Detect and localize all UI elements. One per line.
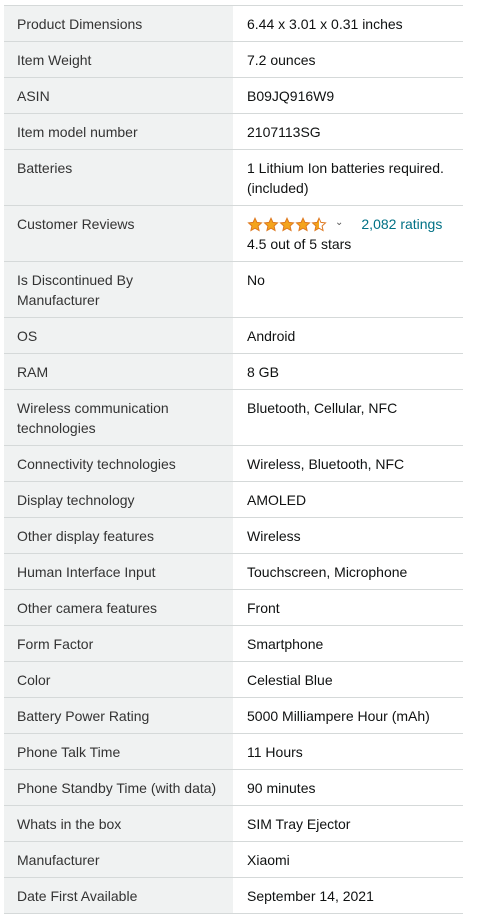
spec-value: Celestial Blue (247, 672, 333, 688)
spec-value: 5000 Milliampere Hour (mAh) (247, 708, 430, 724)
spec-label: Phone Talk Time (4, 733, 233, 770)
spec-value: 7.2 ounces (247, 52, 316, 68)
spec-label: Other camera features (4, 589, 233, 626)
star-icon (295, 216, 311, 231)
table-row: ASIN B09JQ916W9 (4, 77, 463, 114)
table-row: Phone Standby Time (with data) 90 minute… (4, 769, 463, 806)
table-row: Batteries 1 Lithium Ion batteries requir… (4, 149, 463, 206)
spec-value: 11 Hours (247, 744, 303, 760)
spec-value-reviews: ⌄ 2,082 ratings 4.5 out of 5 stars (233, 206, 463, 262)
spec-value: Touchscreen, Microphone (247, 564, 408, 580)
chevron-down-icon[interactable]: ⌄ (335, 213, 343, 233)
spec-value: AMOLED (247, 492, 307, 508)
table-row: Other camera features Front (4, 589, 463, 626)
spec-value: September 14, 2021 (247, 888, 374, 904)
star-icon (263, 216, 279, 231)
spec-value: 90 minutes (247, 780, 316, 796)
table-row: Item Weight 7.2 ounces (4, 41, 463, 78)
spec-label: Is Discontinued By Manufacturer (4, 261, 233, 318)
table-row: Customer Reviews ⌄ 2,082 ratings 4.5 out… (4, 205, 463, 262)
table-row: Color Celestial Blue (4, 661, 463, 698)
star-icon (279, 216, 295, 231)
spec-value: Wireless, Bluetooth, NFC (247, 456, 405, 472)
spec-label: Human Interface Input (4, 553, 233, 590)
table-row: Connectivity technologies Wireless, Blue… (4, 445, 463, 482)
spec-label: Whats in the box (4, 805, 233, 842)
spec-label: Item Weight (4, 41, 233, 78)
table-row: Human Interface Input Touchscreen, Micro… (4, 553, 463, 590)
ratings-count-link[interactable]: 2,082 ratings (361, 214, 442, 234)
table-row: Form Factor Smartphone (4, 625, 463, 662)
spec-label: Product Dimensions (4, 5, 233, 42)
spec-label: ASIN (4, 77, 233, 114)
spec-value: 1 Lithium Ion batteries required. (inclu… (247, 160, 444, 196)
table-row: Wireless communication technologies Blue… (4, 389, 463, 446)
rating-summary: ⌄ 2,082 ratings (247, 214, 449, 234)
spec-label: Form Factor (4, 625, 233, 662)
rating-text: 4.5 out of 5 stars (247, 236, 352, 252)
star-rating[interactable] (247, 216, 327, 232)
spec-label: Item model number (4, 113, 233, 150)
product-details-table: Product Dimensions 6.44 x 3.01 x 0.31 in… (4, 5, 463, 914)
table-row: Display technology AMOLED (4, 481, 463, 518)
spec-value: Smartphone (247, 636, 324, 652)
spec-value: B09JQ916W9 (247, 88, 335, 104)
spec-value: Xiaomi (247, 852, 290, 868)
spec-label: Manufacturer (4, 841, 233, 878)
spec-value: 6.44 x 3.01 x 0.31 inches (247, 16, 403, 32)
spec-label: RAM (4, 353, 233, 390)
table-row: Is Discontinued By Manufacturer No (4, 261, 463, 318)
spec-value: No (247, 272, 265, 288)
table-row: Item model number 2107113SG (4, 113, 463, 150)
table-row: Battery Power Rating 5000 Milliampere Ho… (4, 697, 463, 734)
table-row: OS Android (4, 317, 463, 354)
spec-value: Bluetooth, Cellular, NFC (247, 400, 398, 416)
table-row: Phone Talk Time 11 Hours (4, 733, 463, 770)
spec-label: Phone Standby Time (with data) (4, 769, 233, 806)
table-row: Date First Available September 14, 2021 (4, 877, 463, 914)
star-icon (311, 216, 327, 231)
spec-label: Color (4, 661, 233, 698)
spec-label: Date First Available (4, 877, 233, 914)
spec-value: SIM Tray Ejector (247, 816, 351, 832)
spec-label: Batteries (4, 149, 233, 206)
table-row: Other display features Wireless (4, 517, 463, 554)
table-row: Manufacturer Xiaomi (4, 841, 463, 878)
spec-label: OS (4, 317, 233, 354)
star-icon (247, 216, 263, 231)
spec-value: Wireless (247, 528, 301, 544)
spec-label: Battery Power Rating (4, 697, 233, 734)
table-row: Whats in the box SIM Tray Ejector (4, 805, 463, 842)
spec-value: 8 GB (247, 364, 279, 380)
spec-label: Other display features (4, 517, 233, 554)
table-row: RAM 8 GB (4, 353, 463, 390)
table-row: Product Dimensions 6.44 x 3.01 x 0.31 in… (4, 5, 463, 42)
spec-label: Display technology (4, 481, 233, 518)
spec-value: Front (247, 600, 280, 616)
spec-label: Customer Reviews (4, 205, 233, 262)
spec-value: Android (247, 328, 296, 344)
spec-value: 2107113SG (247, 124, 321, 140)
spec-label: Wireless communication technologies (4, 389, 233, 446)
spec-label: Connectivity technologies (4, 445, 233, 482)
